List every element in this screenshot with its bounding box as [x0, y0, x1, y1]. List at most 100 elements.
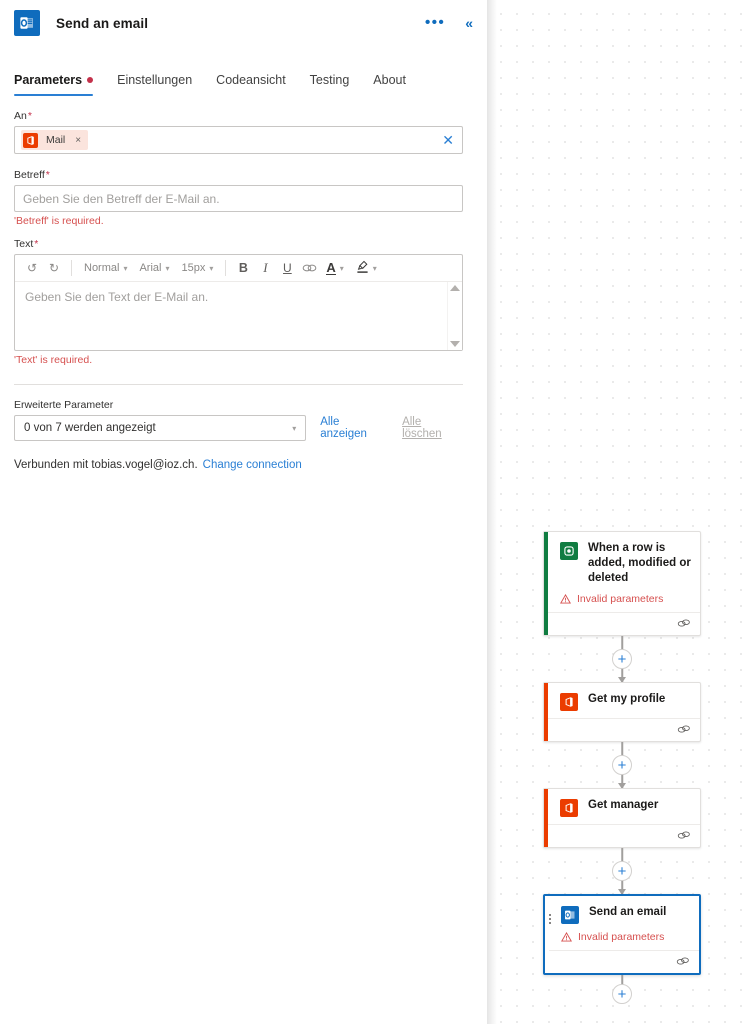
chip-label: Mail: [46, 134, 66, 146]
required-marker: *: [45, 169, 50, 181]
tab-about[interactable]: About: [361, 73, 418, 96]
field-body-label: Text*: [14, 238, 463, 250]
node-accent-bar: [544, 789, 548, 847]
scroll-down-icon[interactable]: [450, 341, 460, 347]
node-footer: [548, 718, 700, 741]
tab-codeansicht[interactable]: Codeansicht: [204, 73, 298, 96]
subject-error-message: 'Betreff' is required.: [14, 215, 104, 227]
flow-connector: +: [543, 636, 701, 683]
node-header: Send an email: [561, 905, 691, 924]
toolbar-divider: [225, 260, 227, 276]
field-subject-label-text: Betreff: [14, 169, 45, 181]
node-warning-text: Invalid parameters: [578, 931, 665, 943]
node-footer: [549, 950, 699, 973]
scroll-up-icon[interactable]: [450, 285, 460, 291]
clear-all-link: Alle löschen: [402, 416, 442, 440]
body-scrollbar[interactable]: [447, 282, 462, 350]
font-family-select[interactable]: Arial ▾: [133, 257, 175, 279]
flow-node-trigger[interactable]: When a row is added, modified or deleted…: [543, 531, 701, 636]
flow-connector-end: +: [543, 975, 701, 1013]
advanced-parameters-row: 0 von 7 werden angezeigt ▾ Alle anzeigen…: [14, 415, 463, 441]
field-to: An* Mail × ✕: [14, 110, 463, 154]
node-title: When a row is added, modified or deleted: [588, 542, 691, 584]
connection-chain-icon[interactable]: [677, 827, 691, 845]
body-placeholder: Geben Sie den Text der E-Mail an.: [25, 290, 209, 304]
italic-icon[interactable]: I: [254, 257, 276, 279]
add-step-button[interactable]: +: [612, 755, 632, 775]
section-divider: [14, 384, 463, 385]
tab-label: Parameters: [14, 73, 83, 87]
show-all-link[interactable]: Alle anzeigen: [320, 416, 388, 440]
advanced-parameters-label: Erweiterte Parameter: [14, 399, 114, 411]
tab-einstellungen[interactable]: Einstellungen: [105, 73, 204, 96]
page-title: Send an email: [56, 15, 149, 31]
warning-icon: [560, 594, 571, 604]
chip-remove-icon[interactable]: ×: [75, 135, 81, 146]
flow-node-send-an-email[interactable]: Send an email Invalid parameters: [543, 894, 701, 975]
subject-input[interactable]: [14, 185, 463, 212]
chevron-down-icon: ▾: [165, 263, 170, 273]
tab-parameters[interactable]: Parameters: [12, 73, 105, 96]
flow-node-get-manager[interactable]: Get manager: [543, 788, 701, 848]
flow-node-get-my-profile[interactable]: Get my profile: [543, 682, 701, 742]
recipient-chip[interactable]: Mail ×: [21, 130, 89, 150]
more-options-button[interactable]: •••: [423, 14, 447, 32]
connection-chain-icon[interactable]: [677, 721, 691, 739]
office365-icon: [23, 132, 38, 148]
outlook-icon: [561, 906, 579, 924]
bold-icon[interactable]: B: [232, 257, 254, 279]
to-input[interactable]: Mail × ✕: [14, 126, 463, 154]
body-input[interactable]: Geben Sie den Text der E-Mail an.: [15, 282, 462, 350]
connection-chain-icon[interactable]: [676, 953, 690, 971]
node-header: When a row is added, modified or deleted: [560, 541, 692, 586]
office365-icon: [560, 693, 578, 711]
field-body: Text* ↺ ↻ Normal ▾ Arial ▾ 15px ▾ B I U …: [14, 238, 463, 366]
node-context-menu-icon[interactable]: [549, 914, 551, 924]
font-size-select[interactable]: 15px ▾: [176, 257, 220, 279]
node-warning: Invalid parameters: [561, 931, 691, 943]
header-actions: ••• «: [423, 13, 477, 33]
tab-testing[interactable]: Testing: [298, 73, 362, 96]
node-warning: Invalid parameters: [560, 593, 692, 605]
app-root: Send an email ••• « Parameters Einstellu…: [0, 0, 754, 1024]
paragraph-style-select[interactable]: Normal ▾: [78, 257, 133, 279]
underline-icon[interactable]: U: [276, 257, 298, 279]
font-color-icon: A: [326, 260, 336, 275]
node-warning-text: Invalid parameters: [577, 593, 664, 605]
node-accent-bar: [544, 683, 548, 741]
add-step-button[interactable]: +: [612, 984, 632, 1004]
dataverse-icon: [560, 542, 578, 560]
required-marker: *: [34, 238, 39, 250]
field-subject-label: Betreff*: [14, 169, 463, 181]
collapse-panel-button[interactable]: «: [461, 13, 477, 33]
link-icon[interactable]: [298, 257, 320, 279]
connection-row: Verbunden mit tobias.vogel@ioz.ch. Change…: [14, 459, 463, 471]
body-error-message: 'Text' is required.: [14, 354, 93, 366]
highlight-color-button[interactable]: ▾: [350, 257, 383, 279]
font-color-button[interactable]: A ▾: [320, 257, 349, 279]
node-body: Send an email Invalid parameters: [545, 896, 699, 950]
highlighter-icon: [356, 260, 369, 277]
advanced-parameters-select[interactable]: 0 von 7 werden angezeigt ▾: [14, 415, 307, 441]
toolbar-divider: [71, 260, 72, 276]
flow-graph: When a row is added, modified or deleted…: [543, 531, 703, 1013]
flow-canvas[interactable]: When a row is added, modified or deleted…: [487, 0, 754, 1024]
change-connection-link[interactable]: Change connection: [203, 459, 302, 471]
tab-status-dot: [87, 77, 94, 83]
redo-icon[interactable]: ↻: [43, 257, 65, 279]
node-body: Get my profile: [544, 683, 700, 718]
node-body: Get manager: [544, 789, 700, 824]
field-subject: Betreff* 'Betreff' is required.: [14, 169, 463, 227]
field-to-label: An*: [14, 110, 463, 122]
connection-chain-icon[interactable]: [677, 615, 691, 633]
office365-icon: [560, 799, 578, 817]
node-footer: [548, 612, 700, 635]
chevron-down-icon: ▾: [372, 263, 377, 273]
field-body-label-text: Text: [14, 238, 34, 250]
advanced-parameters-value: 0 von 7 werden angezeigt: [24, 422, 156, 434]
clear-field-icon[interactable]: ✕: [442, 133, 454, 147]
add-step-button[interactable]: +: [612, 649, 632, 669]
font-family-value: Arial: [139, 262, 162, 274]
undo-icon[interactable]: ↺: [21, 257, 43, 279]
add-step-button[interactable]: +: [612, 861, 632, 881]
